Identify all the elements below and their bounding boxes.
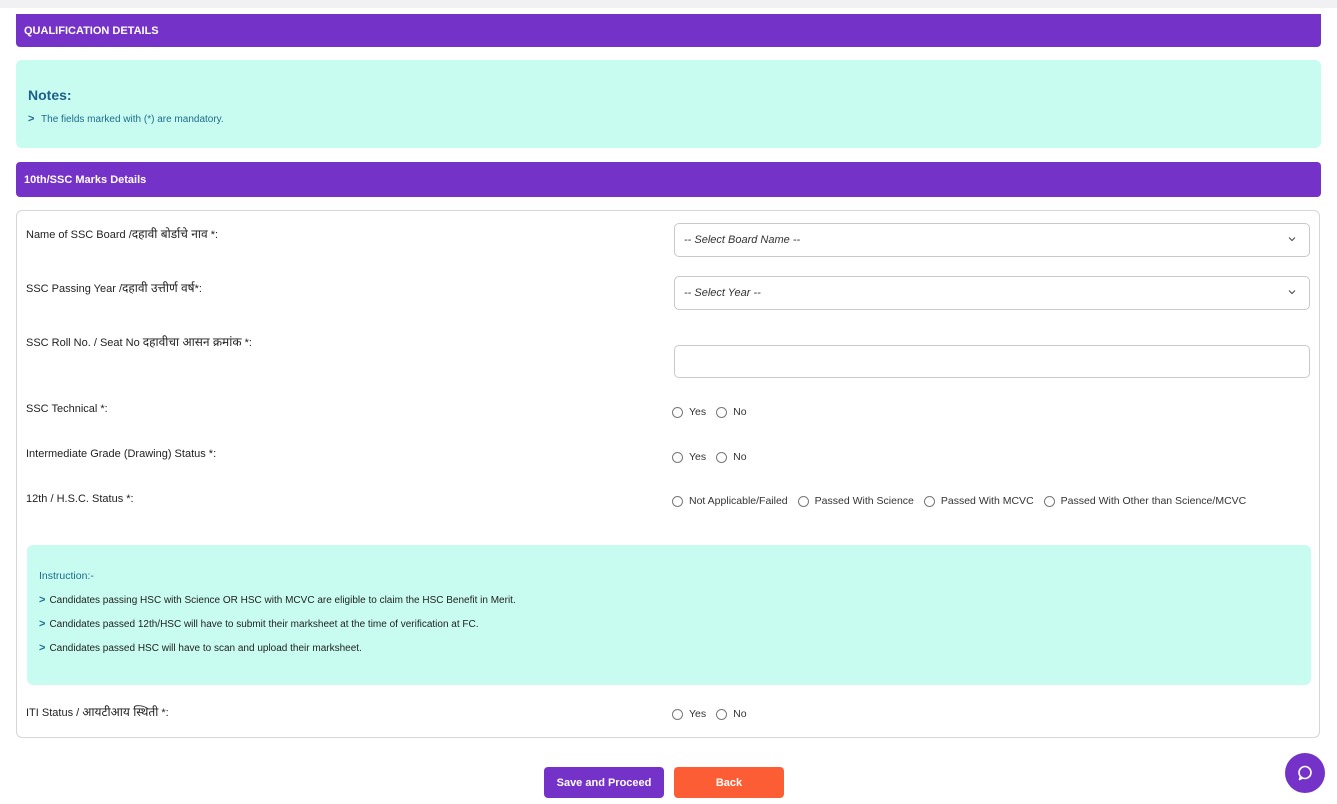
section-header-text: QUALIFICATION DETAILS xyxy=(24,24,159,37)
iti-label: ITI Status / आयटीआय स्थिती *: xyxy=(26,703,169,720)
hsc-option-science[interactable]: Passed With Science xyxy=(797,495,914,507)
board-label-suffix: *: xyxy=(207,229,219,241)
option-label: No xyxy=(733,406,747,418)
iti-label-suffix: *: xyxy=(158,707,169,719)
instruction-item: > Candidates passed HSC will have to scan… xyxy=(39,642,1299,654)
roll-number-input[interactable] xyxy=(674,345,1310,378)
roll-label-en: SSC Roll No. / Seat No xyxy=(26,337,143,349)
iti-option-yes[interactable]: Yes xyxy=(672,708,706,720)
back-button[interactable]: Back xyxy=(674,767,784,798)
option-label: Passed With MCVC xyxy=(940,495,1034,507)
board-label: Name of SSC Board /दहावी बोर्डाचे नाव *: xyxy=(26,225,218,242)
technical-option-yes[interactable]: Yes xyxy=(672,406,706,418)
chevron-right-icon: > xyxy=(28,113,35,125)
drawing-radio-group: Yes No xyxy=(672,451,757,463)
instruction-item: > Candidates passing HSC with Science OR … xyxy=(39,594,1299,606)
option-label: Passed With Other than Science/MCVC xyxy=(1060,495,1247,507)
ssc-marks-header-text: 10th/SSC Marks Details xyxy=(24,173,147,186)
option-label: No xyxy=(733,708,747,720)
board-label-mr: दहावी बोर्डाचे नाव xyxy=(131,227,208,241)
drawing-option-yes[interactable]: Yes xyxy=(672,451,706,463)
ssc-marks-header: 10th/SSC Marks Details xyxy=(16,162,1321,197)
instruction-panel: Instruction:- > Candidates passing HSC wi… xyxy=(27,545,1311,685)
chat-button[interactable] xyxy=(1285,753,1325,793)
drawing-label: Intermediate Grade (Drawing) Status *: xyxy=(26,448,217,460)
chevron-right-icon: > xyxy=(39,618,46,630)
option-label: Yes xyxy=(689,451,707,463)
hsc-option-not-applicable[interactable]: Not Applicable/Failed xyxy=(672,495,788,507)
instruction-item: > Candidates passed 12th/HSC will have to… xyxy=(39,618,1299,630)
note-item: > The fields marked with (*) are mandato… xyxy=(28,113,1309,125)
radio-circle-icon[interactable] xyxy=(797,495,809,507)
radio-circle-icon[interactable] xyxy=(1043,495,1055,507)
radio-circle-icon[interactable] xyxy=(716,451,728,463)
option-label: Passed With Science xyxy=(814,495,914,507)
year-label-en: SSC Passing Year / xyxy=(26,283,123,295)
radio-circle-icon[interactable] xyxy=(923,495,935,507)
chevron-right-icon: > xyxy=(39,594,46,606)
board-select[interactable]: -- Select Board Name -- xyxy=(674,223,1310,257)
qualification-page: QUALIFICATION DETAILS Notes: > The field… xyxy=(0,0,1337,804)
board-label-en: Name of SSC Board / xyxy=(26,229,132,241)
year-select-value: -- Select Year -- xyxy=(684,287,761,299)
iti-label-en: ITI Status / xyxy=(26,707,83,719)
save-and-proceed-button[interactable]: Save and Proceed xyxy=(544,767,664,798)
radio-circle-icon[interactable] xyxy=(716,708,728,720)
radio-circle-icon[interactable] xyxy=(672,451,683,463)
option-label: Yes xyxy=(689,406,707,418)
roll-label: SSC Roll No. / Seat No दहावीचा आसन क्रमा… xyxy=(26,333,252,350)
option-label: Not Applicable/Failed xyxy=(689,495,788,507)
hsc-radio-group: Not Applicable/Failed Passed With Scienc… xyxy=(672,495,1256,507)
chat-bubble-icon xyxy=(1298,765,1312,781)
hsc-option-other[interactable]: Passed With Other than Science/MCVC xyxy=(1043,495,1247,507)
option-label: Yes xyxy=(689,708,707,720)
year-label: SSC Passing Year /दहावी उत्तीर्ण वर्ष*: xyxy=(26,279,202,296)
iti-option-no[interactable]: No xyxy=(716,708,747,720)
radio-circle-icon[interactable] xyxy=(672,495,683,507)
board-select-value: -- Select Board Name -- xyxy=(684,234,801,246)
note-text: The fields marked with (*) are mandatory… xyxy=(41,114,224,125)
chevron-right-icon: > xyxy=(39,642,46,654)
instruction-title: Instruction:- xyxy=(39,570,94,582)
notes-panel: Notes: > The fields marked with (*) are … xyxy=(16,60,1321,148)
chevron-down-icon xyxy=(1288,290,1296,295)
instruction-text: Candidates passed HSC will have to scan … xyxy=(49,643,362,654)
chevron-down-icon xyxy=(1288,237,1296,242)
year-label-mr: दहावी उत्तीर्ण वर्ष xyxy=(122,281,195,295)
year-select[interactable]: -- Select Year -- xyxy=(674,276,1310,310)
year-label-suffix: *: xyxy=(194,283,202,295)
technical-radio-group: Yes No xyxy=(672,406,757,418)
technical-label: SSC Technical *: xyxy=(26,403,108,415)
radio-circle-icon[interactable] xyxy=(716,406,728,418)
section-header: QUALIFICATION DETAILS xyxy=(16,14,1321,47)
radio-circle-icon[interactable] xyxy=(672,708,683,720)
iti-radio-group: Yes No xyxy=(672,708,757,720)
roll-label-suffix: *: xyxy=(241,337,252,349)
option-label: No xyxy=(733,451,747,463)
instruction-text: Candidates passing HSC with Science OR H… xyxy=(49,595,516,606)
radio-circle-icon[interactable] xyxy=(672,406,683,418)
iti-label-mr: आयटीआय स्थिती xyxy=(82,705,159,719)
roll-label-mr: दहावीचा आसन क्रमांक xyxy=(142,335,242,349)
technical-option-no[interactable]: No xyxy=(716,406,747,418)
instruction-text: Candidates passed 12th/HSC will have to … xyxy=(49,619,479,630)
hsc-option-mcvc[interactable]: Passed With MCVC xyxy=(923,495,1034,507)
hsc-label: 12th / H.S.C. Status *: xyxy=(26,493,134,505)
drawing-option-no[interactable]: No xyxy=(716,451,747,463)
top-shade xyxy=(0,0,1337,8)
notes-title: Notes: xyxy=(28,87,72,103)
ssc-form-card: Name of SSC Board /दहावी बोर्डाचे नाव *:… xyxy=(16,210,1320,738)
